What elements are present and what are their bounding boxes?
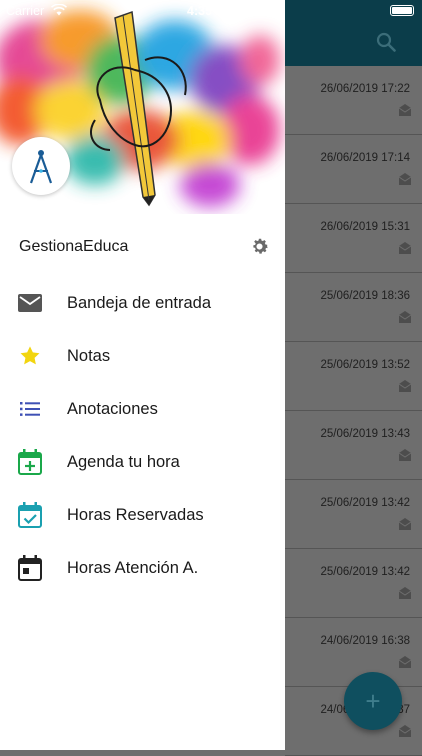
envelope-icon	[398, 242, 412, 254]
list-item[interactable]: 26/06/2019 17:14	[285, 135, 422, 204]
menu-item-label: Bandeja de entrada	[67, 294, 212, 312]
message-date: 26/06/2019 17:22	[320, 83, 410, 95]
envelope-icon	[398, 173, 412, 185]
menu-item-label: Horas Atención A.	[67, 559, 199, 577]
status-time: 4:35 PM	[187, 4, 235, 18]
menu-item-reservadas[interactable]: Horas Reservadas	[0, 490, 285, 543]
message-date: 26/06/2019 17:14	[320, 152, 410, 164]
list-item[interactable]: 25/06/2019 13:42	[285, 549, 422, 618]
menu-item-notas[interactable]: Notas	[0, 331, 285, 384]
envelope-icon	[398, 104, 412, 116]
calendar-add-icon	[17, 449, 43, 475]
menu-item-label: Horas Reservadas	[67, 506, 204, 524]
menu-item-label: Agenda tu hora	[67, 453, 180, 471]
envelope-icon	[398, 518, 412, 530]
message-date: 26/06/2019 15:31	[320, 221, 410, 233]
message-date: 25/06/2019 13:42	[320, 497, 410, 509]
envelope-icon	[398, 311, 412, 323]
app-logo	[12, 137, 70, 195]
search-icon[interactable]	[376, 32, 396, 52]
message-date: 25/06/2019 13:43	[320, 428, 410, 440]
mail-icon	[17, 290, 43, 316]
menu-item-atencion[interactable]: Horas Atención A.	[0, 543, 285, 596]
carrier-name: Carrier	[6, 4, 45, 18]
drawer-brand-row: GestionaEduca	[0, 214, 285, 278]
gear-icon[interactable]	[249, 236, 270, 257]
star-icon	[17, 343, 43, 369]
battery-icon	[390, 5, 414, 16]
drawer-menu: Bandeja de entrada Notas Anotaciones Age…	[0, 278, 285, 596]
calendar-icon	[17, 555, 43, 581]
envelope-icon	[398, 725, 412, 737]
envelope-icon	[398, 449, 412, 461]
list-item[interactable]: 25/06/2019 13:52	[285, 342, 422, 411]
calendar-check-icon	[17, 502, 43, 528]
menu-item-anotaciones[interactable]: Anotaciones	[0, 384, 285, 437]
message-list: 26/06/2019 17:22 26/06/2019 17:14 26/06/…	[285, 66, 422, 756]
status-bar: Carrier 4:35 PM	[0, 0, 422, 22]
envelope-icon	[398, 380, 412, 392]
drawer-header-image	[0, 0, 285, 214]
menu-item-label: Notas	[67, 347, 111, 365]
menu-item-label: Anotaciones	[67, 400, 158, 418]
message-date: 24/06/2019 16:38	[320, 635, 410, 647]
compose-button[interactable]: +	[344, 672, 402, 730]
list-item[interactable]: 25/06/2019 13:43	[285, 411, 422, 480]
navigation-drawer: GestionaEduca Bandeja de entrada Notas A…	[0, 0, 285, 750]
envelope-icon	[398, 587, 412, 599]
list-item[interactable]: 25/06/2019 18:36	[285, 273, 422, 342]
list-icon	[17, 396, 43, 422]
wifi-icon	[51, 4, 67, 16]
menu-item-agenda[interactable]: Agenda tu hora	[0, 437, 285, 490]
message-date: 25/06/2019 13:52	[320, 359, 410, 371]
plus-icon: +	[365, 686, 381, 716]
message-date: 25/06/2019 13:42	[320, 566, 410, 578]
menu-item-inbox[interactable]: Bandeja de entrada	[0, 278, 285, 331]
list-item[interactable]: 26/06/2019 15:31	[285, 204, 422, 273]
message-date: 25/06/2019 18:36	[320, 290, 410, 302]
envelope-icon	[398, 656, 412, 668]
app-name: GestionaEduca	[19, 238, 129, 255]
list-item[interactable]: 25/06/2019 13:42	[285, 480, 422, 549]
list-item[interactable]: 24/06/2019 16:38	[285, 618, 422, 687]
list-item[interactable]: 26/06/2019 17:22	[285, 66, 422, 135]
compass-icon	[29, 150, 53, 184]
